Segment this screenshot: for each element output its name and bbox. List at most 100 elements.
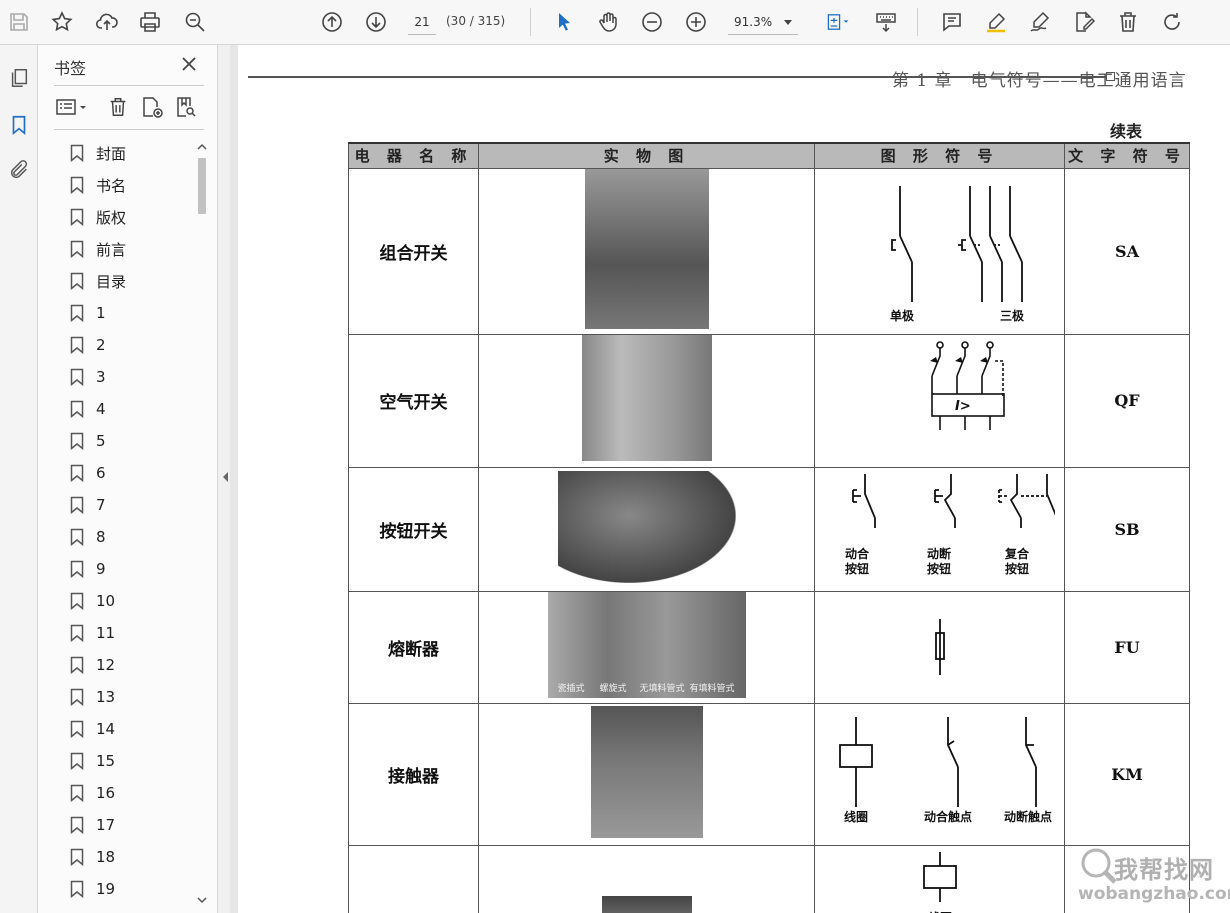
bookmark-item[interactable]: 2: [62, 329, 202, 361]
bookmark-label: 2: [96, 336, 106, 354]
bookmark-icon: [70, 144, 84, 162]
zoom-select[interactable]: 91.3%: [728, 9, 798, 35]
bookmark-item[interactable]: 7: [62, 489, 202, 521]
bookmark-item[interactable]: 8: [62, 521, 202, 553]
device-photo-cell: [478, 466, 815, 592]
bookmark-options-icon[interactable]: [52, 93, 92, 121]
bookmark-item[interactable]: 14: [62, 713, 202, 745]
photo-label: 螺旋式: [599, 683, 627, 694]
symbol-label: 线圈: [844, 809, 868, 824]
page-number-input[interactable]: [408, 9, 436, 35]
draw-sign-icon[interactable]: [1024, 6, 1056, 38]
device-code: QF: [1064, 333, 1190, 468]
page-fit-icon[interactable]: [818, 6, 858, 38]
bookmark-item[interactable]: 19: [62, 873, 202, 905]
bookmark-item[interactable]: 15: [62, 745, 202, 777]
zoom-in-icon[interactable]: [680, 6, 712, 38]
column-header: 文 字 符 号: [1064, 142, 1190, 169]
bookmark-label: 6: [96, 464, 106, 482]
find-bookmark-icon[interactable]: [172, 93, 200, 121]
bookmark-item[interactable]: 6: [62, 457, 202, 489]
bookmarks-panel: 书签 封面 书名 版权 前言 目录 1 2 3 4 5 6 7 8 9 10 11 12 13 14 15 16 17 18…: [38, 45, 218, 913]
bookmark-item[interactable]: 5: [62, 425, 202, 457]
bookmark-icon: [70, 240, 84, 258]
bookmark-item[interactable]: 13: [62, 681, 202, 713]
symbol-cell: I>: [814, 333, 1065, 468]
device-code: SA: [1064, 167, 1190, 335]
bookmark-item[interactable]: 12: [62, 649, 202, 681]
attachments-icon[interactable]: [4, 155, 34, 185]
select-cursor-icon[interactable]: [548, 6, 580, 38]
symbol-cell: 单极 三极: [814, 167, 1065, 335]
bookmark-item[interactable]: 18: [62, 841, 202, 873]
delete-bookmark-icon[interactable]: [104, 93, 132, 121]
collapse-panel-icon[interactable]: [220, 470, 230, 484]
scrollbar-thumb[interactable]: [198, 158, 206, 214]
edit-document-icon[interactable]: [1068, 6, 1100, 38]
column-header: 电 器 名 称: [348, 142, 479, 169]
bookmark-icon: [70, 720, 84, 738]
bookmark-label: 1: [96, 304, 106, 322]
symbol-label: 动断按钮: [927, 546, 951, 576]
bookmark-icon: [70, 816, 84, 834]
fuse-symbol: [934, 619, 945, 675]
scrollbar[interactable]: [195, 140, 209, 908]
previous-page-icon[interactable]: [316, 6, 348, 38]
device-photo: [601, 895, 692, 913]
bookmark-item[interactable]: 3: [62, 361, 202, 393]
page-thumbnails-icon[interactable]: [4, 63, 34, 93]
symbol-label: 单极: [890, 308, 915, 323]
comment-icon[interactable]: [936, 6, 968, 38]
scroll-down-icon[interactable]: [197, 895, 207, 905]
next-page-icon[interactable]: [360, 6, 392, 38]
highlight-pen-icon[interactable]: [980, 6, 1012, 38]
bookmark-icon: [70, 880, 84, 898]
symbol-cell: 动合按钮 动断按钮 复合按钮: [814, 466, 1065, 592]
bookmark-item[interactable]: 封面: [62, 137, 202, 169]
bookmark-item[interactable]: 16: [62, 777, 202, 809]
bookmark-item[interactable]: 书名: [62, 169, 202, 201]
rotate-icon[interactable]: [1156, 6, 1188, 38]
bookmark-icon: [70, 656, 84, 674]
bookmark-icon: [70, 176, 84, 194]
bookmark-item[interactable]: 9: [62, 553, 202, 585]
bookmark-icon: [70, 528, 84, 546]
keyboard-scroll-icon[interactable]: [870, 6, 902, 38]
bookmark-item[interactable]: 17: [62, 809, 202, 841]
bookmark-item[interactable]: 版权: [62, 201, 202, 233]
add-bookmark-icon[interactable]: [138, 93, 166, 121]
symbol-label: I>: [955, 399, 971, 414]
bookmark-icon: [70, 848, 84, 866]
chapter-header: 第 1 章 电气符号——电工通用语言: [892, 71, 1187, 91]
delete-icon[interactable]: [1112, 6, 1144, 38]
hand-tool-icon[interactable]: [592, 6, 624, 38]
bookmark-item[interactable]: 11: [62, 617, 202, 649]
save-icon[interactable]: [3, 6, 35, 38]
bookmark-item[interactable]: 4: [62, 393, 202, 425]
symbol-cell: 线圈 动合触点 动断触点: [814, 702, 1065, 846]
close-icon[interactable]: [178, 53, 200, 75]
bookmark-label: 3: [96, 368, 106, 386]
zoom-search-icon[interactable]: [179, 6, 211, 38]
symbol-table: 电 器 名 称 实 物 图 图 形 符 号 文 字 符 号 组合开关 单极 三极…: [348, 142, 1190, 913]
bookmark-item[interactable]: 目录: [62, 265, 202, 297]
bookmark-label: 7: [96, 496, 106, 514]
photo-label: 瓷插式: [557, 683, 585, 694]
symbol-cell: [814, 590, 1065, 704]
scroll-up-icon[interactable]: [197, 142, 207, 152]
bookmark-item[interactable]: 前言: [62, 233, 202, 265]
device-photo: [590, 705, 703, 838]
print-icon[interactable]: [134, 6, 166, 38]
bookmark-icon: [70, 784, 84, 802]
star-icon[interactable]: [46, 6, 78, 38]
bookmark-item[interactable]: 10: [62, 585, 202, 617]
bookmark-label: 13: [96, 688, 116, 706]
breaker-symbol: I>: [929, 340, 1005, 430]
bookmarks-icon[interactable]: [4, 110, 34, 140]
zoom-out-icon[interactable]: [636, 6, 668, 38]
table-row: 线圈: [348, 844, 1190, 913]
device-code: KM: [1064, 702, 1190, 846]
device-photo: [557, 470, 736, 583]
cloud-upload-icon[interactable]: [91, 6, 123, 38]
bookmark-item[interactable]: 1: [62, 297, 202, 329]
